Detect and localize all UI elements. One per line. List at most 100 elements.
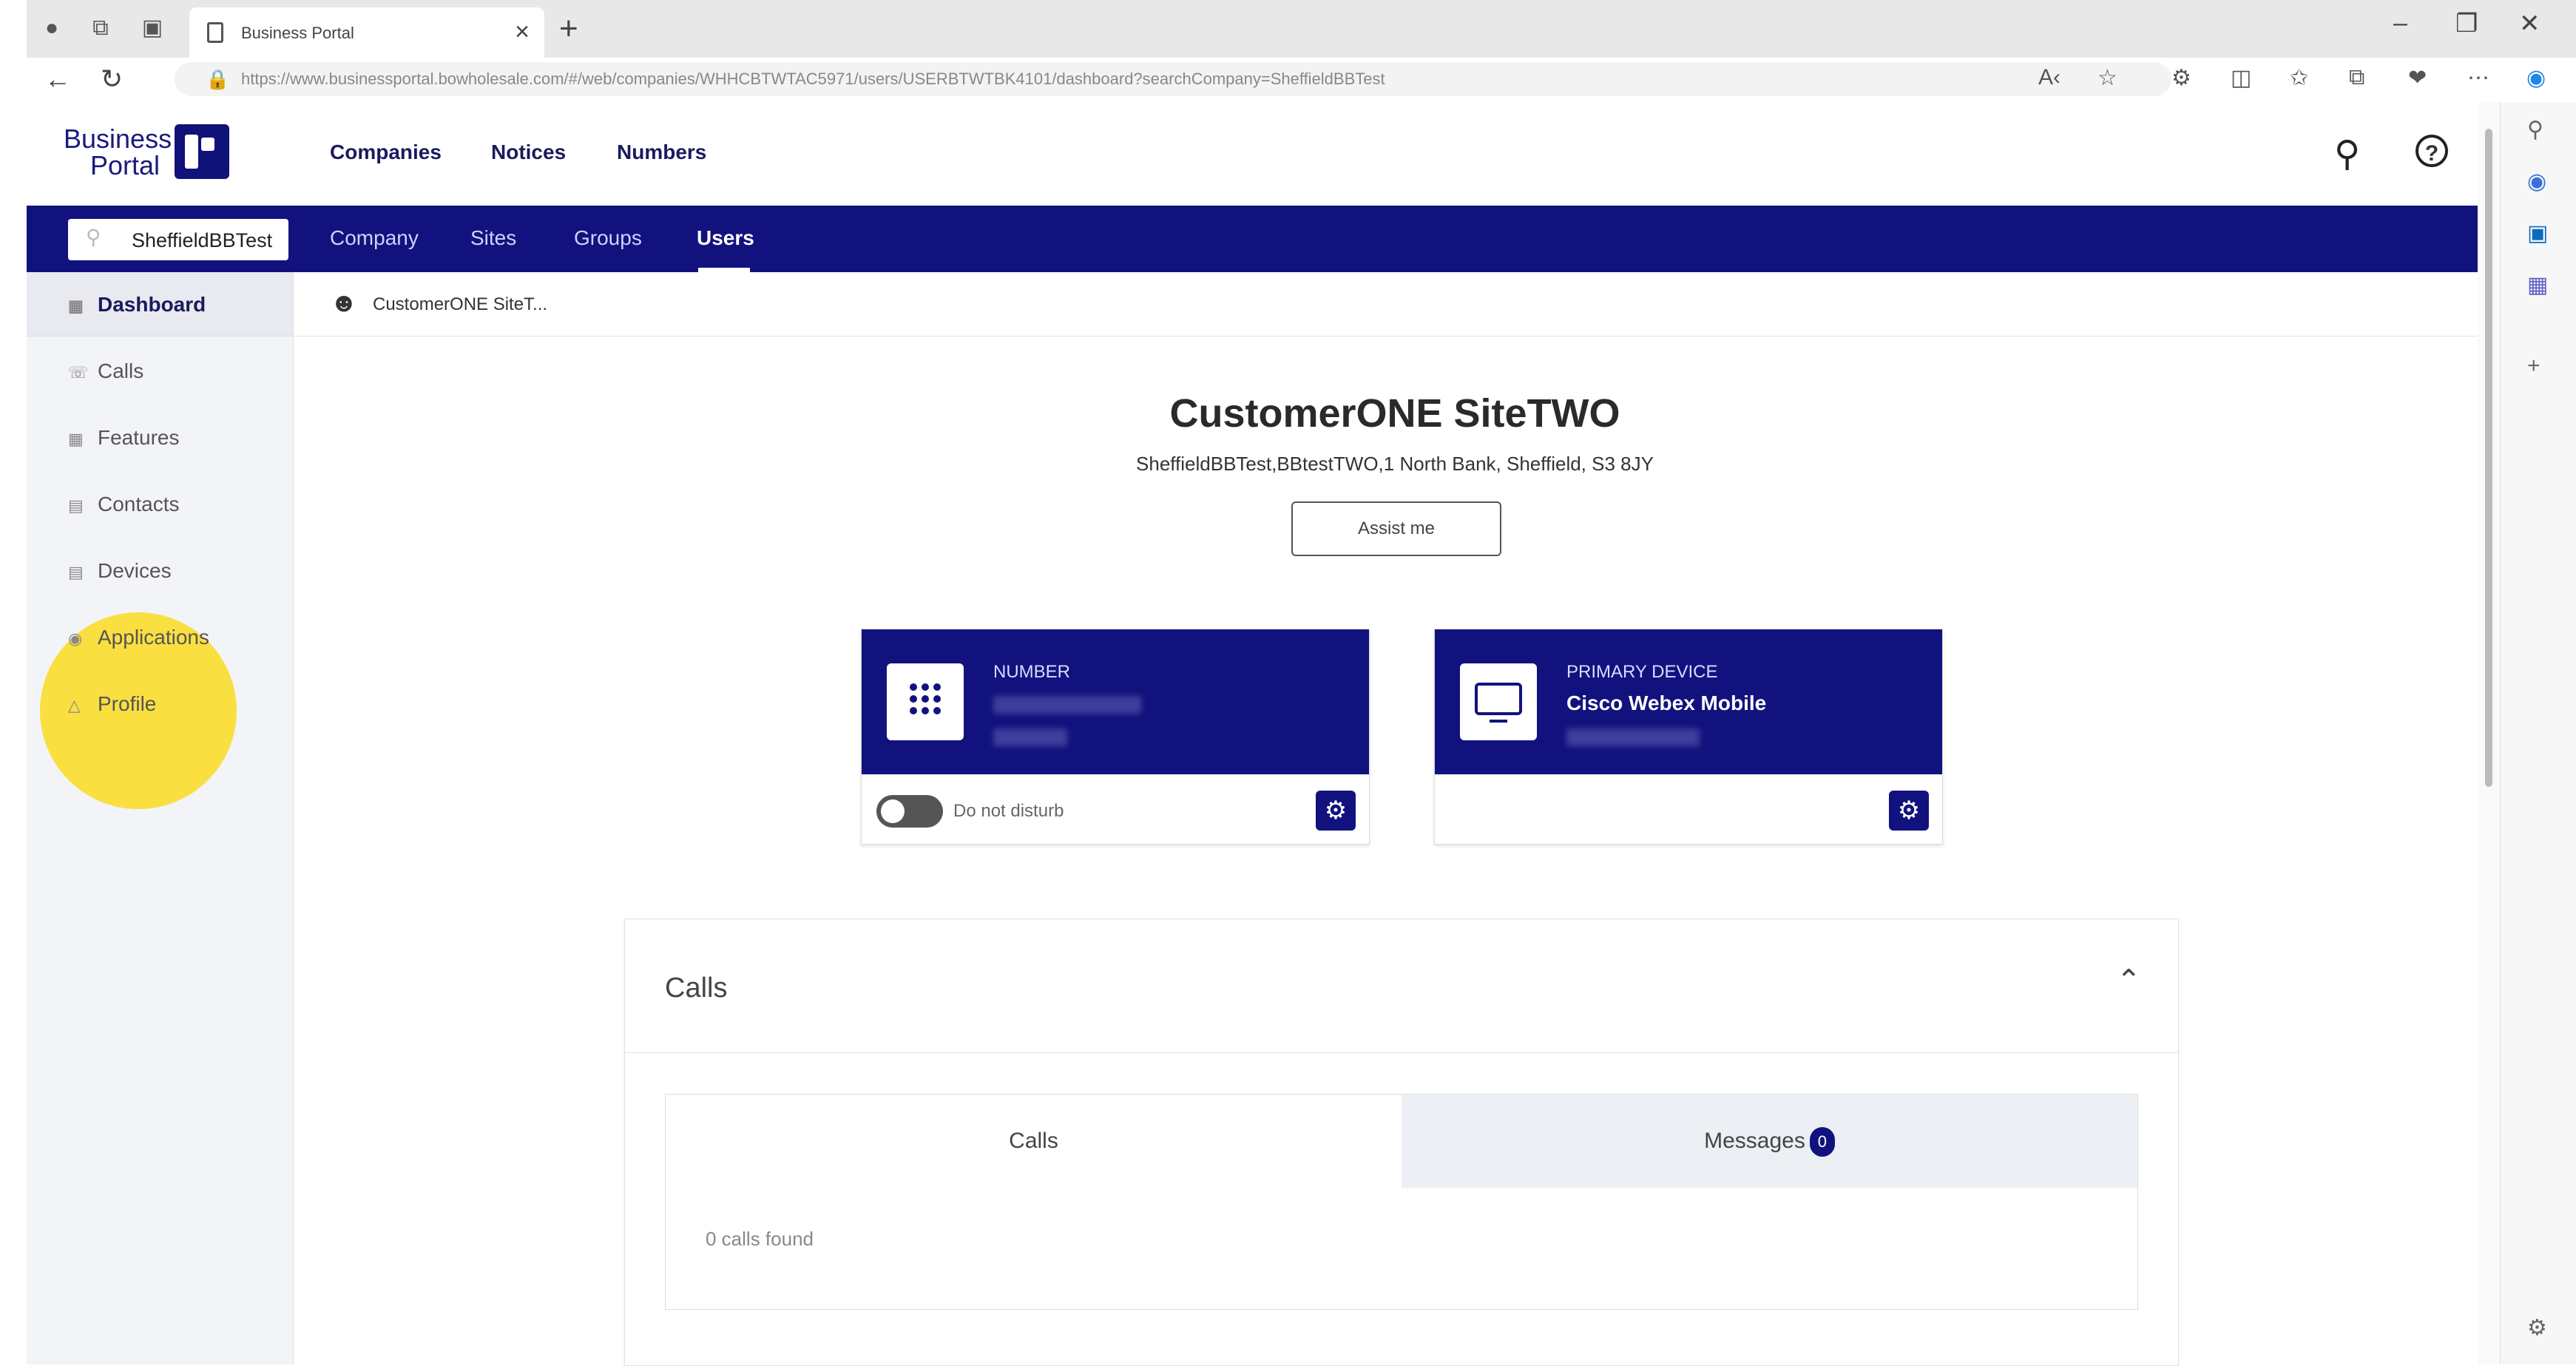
tab-messages[interactable]: Messages 0	[1402, 1095, 2137, 1188]
logo-text[interactable]: Business Portal	[64, 126, 172, 179]
features-icon: ▦	[68, 430, 84, 448]
messages-count-badge: 0	[1809, 1127, 1835, 1157]
workspaces-icon[interactable]: ⧉	[86, 13, 115, 43]
profile-icon[interactable]: ●	[37, 13, 67, 43]
sidebar-item-label: Profile	[98, 692, 157, 715]
monitor-icon	[1460, 663, 1537, 740]
shopping-icon[interactable]: ◉	[2527, 169, 2546, 195]
assist-me-button[interactable]: Assist me	[1291, 501, 1501, 556]
subnav-groups[interactable]: Groups	[574, 226, 642, 250]
phone-icon: ☏	[68, 363, 89, 382]
sidebar-item-applications[interactable]: ◉ Applications	[68, 626, 209, 649]
breadcrumb-user[interactable]: CustomerONE SiteT...	[373, 294, 547, 315]
company-search-input[interactable]: ⚲ SheffieldBBTest	[68, 219, 288, 260]
contacts-icon: ▤	[68, 496, 84, 515]
tab-calls-label: Calls	[1009, 1129, 1058, 1153]
lock-icon: 🔒	[206, 68, 230, 90]
dialpad-icon	[887, 663, 964, 740]
logo-mark-icon[interactable]	[175, 124, 229, 179]
browser-essentials-icon[interactable]: ❤	[2408, 65, 2427, 91]
chevron-up-icon[interactable]: ⌃	[2116, 964, 2141, 998]
calls-tabs-container: Calls Messages 0 0 calls found	[665, 1094, 2138, 1310]
help-icon[interactable]: ?	[2416, 135, 2448, 167]
sidebar-item-label: Devices	[98, 559, 172, 582]
favorite-star-icon[interactable]: ☆	[2097, 65, 2117, 91]
divider	[625, 1052, 2178, 1053]
tab-title: Business Portal	[241, 24, 354, 42]
refresh-icon[interactable]: ↻	[101, 64, 123, 95]
restore-icon[interactable]: ❐	[2455, 9, 2478, 38]
teams-icon[interactable]: ▦	[2527, 272, 2548, 298]
profile-icon: △	[68, 696, 81, 714]
empty-state-text: 0 calls found	[706, 1228, 814, 1250]
settings-icon[interactable]: ⚙	[2527, 1315, 2547, 1341]
scrollbar-thumb[interactable]	[2485, 129, 2492, 787]
browser-tab-bar: ● ⧉ ▣ Business Portal × + – ❐ ✕	[27, 0, 2576, 58]
number-settings-button[interactable]: ⚙	[1316, 791, 1356, 831]
devices-icon: ▤	[68, 563, 84, 581]
read-aloud-icon[interactable]: A‹	[2038, 65, 2061, 90]
number-label: NUMBER	[993, 662, 1071, 682]
sidebar-item-profile[interactable]: △ Profile	[68, 692, 156, 716]
url-text: https://www.businessportal.bowholesale.c…	[241, 70, 1385, 88]
browser-window: ● ⧉ ▣ Business Portal × + – ❐ ✕ ← ↻ 🔒 ht…	[27, 0, 2576, 1366]
nav-numbers[interactable]: Numbers	[617, 141, 706, 164]
gear-icon: ⚙	[1897, 797, 1921, 825]
calls-panel-title: Calls	[665, 973, 728, 1004]
outlook-icon[interactable]: ▣	[2527, 220, 2548, 246]
extension-value-redacted	[993, 728, 1067, 746]
calls-panel: Calls ⌃ Calls Messages 0 0 calls found	[624, 919, 2179, 1366]
user-icon: ☻	[330, 287, 358, 317]
browser-sidebar: ⚲ ◉ ▣ ▦ + ⚙	[2500, 102, 2576, 1365]
do-not-disturb-label: Do not disturb	[953, 801, 1064, 821]
more-menu-icon[interactable]: ⋯	[2467, 65, 2489, 91]
back-icon[interactable]: ←	[44, 64, 71, 95]
tab-calls[interactable]: Calls	[666, 1095, 1402, 1188]
breadcrumb: ☻ CustomerONE SiteT...	[293, 272, 2478, 337]
tab-actions-icon[interactable]: ▣	[138, 13, 167, 43]
extensions-icon[interactable]: ⚙	[2171, 65, 2191, 91]
close-window-icon[interactable]: ✕	[2519, 9, 2540, 38]
device-card-header: PRIMARY DEVICE Cisco Webex Mobile	[1435, 629, 1942, 774]
sidebar-item-contacts[interactable]: ▤ Contacts	[68, 493, 180, 516]
new-tab-button[interactable]: +	[559, 10, 578, 47]
sidebar-item-label: Applications	[98, 626, 209, 649]
copilot-icon[interactable]: ◉	[2526, 65, 2546, 91]
minimize-icon[interactable]: –	[2393, 9, 2407, 38]
search-icon[interactable]: ⚲	[2334, 133, 2360, 175]
favorites-icon[interactable]: ✩	[2290, 65, 2308, 91]
add-icon[interactable]: +	[2527, 354, 2540, 379]
nav-notices[interactable]: Notices	[491, 141, 566, 164]
tab-messages-label: Messages	[1704, 1129, 1805, 1153]
collections-icon[interactable]: ⧉	[2349, 65, 2364, 90]
primary-device-card: PRIMARY DEVICE Cisco Webex Mobile ⚙	[1434, 629, 1943, 845]
sidebar-item-calls[interactable]: ☏ Calls	[68, 359, 143, 383]
subnav-users[interactable]: Users	[697, 226, 754, 250]
url-field[interactable]: 🔒 https://www.businessportal.bowholesale…	[175, 62, 2171, 96]
number-card-header: NUMBER	[862, 629, 1369, 774]
page-scrollbar[interactable]	[2478, 102, 2500, 1365]
number-value-redacted	[993, 696, 1141, 714]
company-subnav: ⚲ SheffieldBBTest Company Sites Groups U…	[27, 206, 2478, 272]
sidebar-item-dashboard[interactable]: ▦ Dashboard	[68, 293, 206, 317]
portal-header: Business Portal Companies Notices Number…	[27, 102, 2478, 206]
web-page: Business Portal Companies Notices Number…	[27, 102, 2478, 1366]
primary-device-label: PRIMARY DEVICE	[1566, 662, 1718, 682]
split-screen-icon[interactable]: ◫	[2231, 65, 2251, 91]
subnav-sites[interactable]: Sites	[470, 226, 516, 250]
do-not-disturb-toggle[interactable]	[876, 795, 943, 828]
browser-tab[interactable]: Business Portal ×	[189, 7, 544, 58]
grid-icon: ▦	[68, 297, 84, 315]
nav-companies[interactable]: Companies	[330, 141, 442, 164]
company-search-value: SheffieldBBTest	[132, 229, 273, 251]
subnav-company[interactable]: Company	[330, 226, 419, 250]
close-tab-icon[interactable]: ×	[515, 18, 530, 47]
device-settings-button[interactable]: ⚙	[1889, 791, 1929, 831]
sidebar-item-devices[interactable]: ▤ Devices	[68, 559, 172, 583]
page-title: CustomerONE SiteTWO	[1169, 391, 1620, 436]
sidebar-item-label: Calls	[98, 359, 144, 382]
search-icon[interactable]: ⚲	[2527, 117, 2543, 143]
primary-device-value: Cisco Webex Mobile	[1566, 692, 1767, 714]
user-address: SheffieldBBTest,BBtestTWO,1 North Bank, …	[1136, 453, 1654, 475]
sidebar-item-features[interactable]: ▦ Features	[68, 426, 180, 450]
